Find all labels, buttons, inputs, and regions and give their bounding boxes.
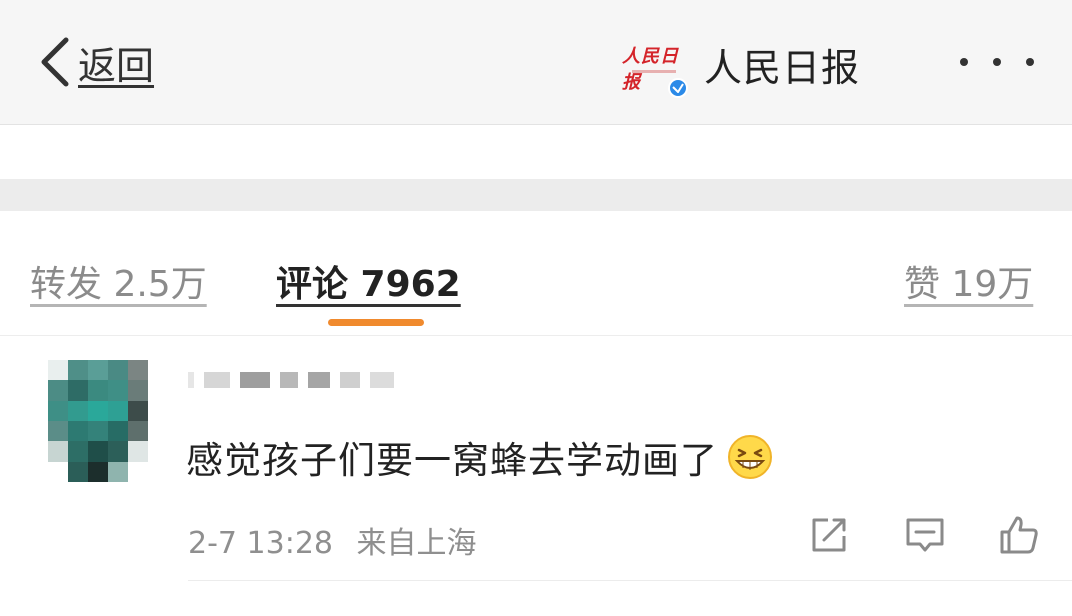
comment-icon[interactable] xyxy=(902,512,948,558)
dot xyxy=(993,58,1001,66)
dot xyxy=(1026,58,1034,66)
logo-underline xyxy=(632,70,676,73)
tab-repost[interactable]: 转发 2.5万 xyxy=(30,255,207,307)
chevron-left-icon xyxy=(41,37,69,87)
comment-time: 2-7 13:28 xyxy=(188,526,333,561)
comment-divider xyxy=(188,580,1072,581)
active-tab-indicator xyxy=(328,319,424,326)
post-body-area xyxy=(0,125,1072,179)
account-header[interactable]: 人民日报 人民日报 xyxy=(622,34,861,98)
blur-block xyxy=(308,372,330,388)
blur-block xyxy=(240,372,270,388)
back-button[interactable]: 返回 xyxy=(36,30,154,94)
username-blurred[interactable] xyxy=(188,372,394,388)
blur-block xyxy=(188,372,194,388)
back-label: 返回 xyxy=(78,43,155,88)
blur-block xyxy=(280,372,298,388)
repost-icon[interactable] xyxy=(806,512,852,558)
blur-block xyxy=(204,372,230,388)
comment-item: 感觉孩子们要一窝蜂去学动画了 2-7 13:28 来自上海 xyxy=(0,336,1072,616)
grinning-face-emoji-icon xyxy=(728,435,772,479)
blur-block xyxy=(340,372,360,388)
account-logo: 人民日报 xyxy=(622,36,688,98)
avatar[interactable] xyxy=(48,360,148,482)
interaction-tabs: 转发 2.5万 评论 7962 赞 19万 xyxy=(0,211,1072,336)
comment-actions xyxy=(806,512,1046,560)
dot xyxy=(960,58,968,66)
blur-block xyxy=(370,372,394,388)
verified-icon xyxy=(668,78,688,98)
more-dots-icon[interactable] xyxy=(960,52,1034,72)
like-icon[interactable] xyxy=(996,512,1042,558)
tab-like[interactable]: 赞 19万 xyxy=(904,255,1033,307)
comment-text-row: 感觉孩子们要一窝蜂去学动画了 xyxy=(186,430,774,484)
top-nav-bar: 返回 人民日报 人民日报 xyxy=(0,0,1072,125)
comment-text: 感觉孩子们要一窝蜂去学动画了 xyxy=(186,439,718,482)
tab-comment[interactable]: 评论 7962 xyxy=(276,255,461,307)
comment-meta: 2-7 13:28 来自上海 xyxy=(188,518,477,562)
comment-source: 来自上海 xyxy=(356,526,477,561)
section-divider xyxy=(0,179,1072,211)
account-name: 人民日报 xyxy=(704,45,861,90)
